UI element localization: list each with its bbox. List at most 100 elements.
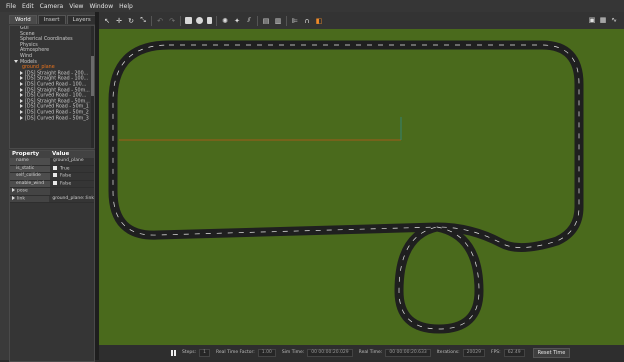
paste-icon[interactable]: ▥ bbox=[274, 17, 282, 25]
steps-field[interactable]: 1 bbox=[199, 348, 210, 357]
property-key: self_collide bbox=[10, 173, 50, 180]
align-icon[interactable]: ⊫ bbox=[291, 17, 299, 25]
property-value: False bbox=[50, 180, 94, 188]
expand-right-icon bbox=[20, 70, 23, 75]
property-row: self_collide False bbox=[10, 173, 94, 181]
checkbox-label: False bbox=[60, 173, 72, 179]
property-value: True bbox=[50, 165, 94, 173]
screenshot-icon[interactable]: ▣ bbox=[588, 16, 596, 24]
menu-view[interactable]: View bbox=[69, 3, 83, 10]
property-value-name[interactable]: ground_plane bbox=[50, 158, 94, 165]
is-static-checkbox[interactable] bbox=[53, 165, 57, 170]
real-time-value: 00 00:00:20.633 bbox=[385, 348, 431, 357]
property-row: enable_wind False bbox=[10, 180, 94, 188]
panel-tabs: World Insert Layers bbox=[9, 15, 98, 24]
fps-value: 62.49 bbox=[503, 348, 525, 357]
property-row: is_static True bbox=[10, 165, 94, 173]
tree-model-label: [DS] Curved Road - 100... bbox=[25, 93, 87, 99]
expand-right-icon bbox=[12, 188, 15, 192]
checkbox-label: False bbox=[60, 181, 72, 186]
scale-mode-icon[interactable]: ⤡ bbox=[139, 16, 147, 25]
real-time-factor-value: 1.00 bbox=[257, 348, 276, 357]
menu-bar: File Edit Camera View Window Help bbox=[0, 0, 624, 12]
property-key: enable_wind bbox=[10, 180, 50, 187]
expand-right-icon bbox=[20, 93, 23, 98]
checkbox-label: True bbox=[60, 166, 70, 171]
expand-right-icon bbox=[12, 195, 15, 200]
scrollbar-thumb[interactable] bbox=[91, 56, 94, 96]
real-time-factor-label: Real Time Factor: bbox=[215, 350, 255, 355]
menu-camera[interactable]: Camera bbox=[40, 3, 64, 10]
box-shape-icon[interactable] bbox=[185, 17, 192, 24]
menu-window[interactable]: Window bbox=[89, 3, 113, 10]
iterations-label: Iterations: bbox=[436, 350, 460, 355]
world-tree: GUI Scene Spherical Coordinates Physics … bbox=[9, 25, 95, 149]
property-header-value: Value bbox=[52, 151, 70, 157]
expand-right-icon bbox=[20, 104, 23, 109]
tree-model-label: [DS] Curved Road - 50m_2 bbox=[25, 110, 89, 116]
tree-models-label: Models bbox=[20, 59, 37, 65]
scene-render bbox=[99, 29, 624, 345]
property-key-label: link bbox=[17, 196, 25, 201]
tree-scrollbar[interactable] bbox=[91, 26, 94, 148]
cylinder-shape-icon[interactable] bbox=[207, 17, 212, 24]
menu-file[interactable]: File bbox=[6, 3, 16, 10]
reset-time-button[interactable]: Reset Time bbox=[532, 347, 571, 358]
change-view-icon[interactable]: ◧ bbox=[315, 17, 323, 25]
plot-icon[interactable]: ∿ bbox=[610, 16, 618, 24]
ground-plane bbox=[99, 29, 624, 345]
toolbar-right: ▣ ▦ ∿ bbox=[585, 16, 618, 24]
pause-icon[interactable] bbox=[171, 349, 176, 356]
log-icon[interactable]: ▦ bbox=[599, 16, 607, 24]
expand-right-icon bbox=[20, 87, 23, 92]
sphere-shape-icon[interactable] bbox=[196, 17, 203, 24]
toolbar-separator bbox=[257, 15, 258, 26]
tree-model-label: ground_plane bbox=[22, 65, 55, 71]
menu-help[interactable]: Help bbox=[119, 3, 133, 10]
property-value: ground_plane::link bbox=[52, 195, 94, 201]
expand-right-icon bbox=[20, 76, 23, 81]
menu-edit[interactable]: Edit bbox=[22, 3, 34, 10]
tab-insert[interactable]: Insert bbox=[37, 15, 66, 24]
sim-time-value: 00 00:00:20.029 bbox=[307, 348, 353, 357]
copy-icon[interactable]: ▤ bbox=[262, 17, 270, 25]
steps-label: Steps: bbox=[182, 350, 197, 355]
expand-right-icon bbox=[20, 115, 23, 120]
expand-down-icon bbox=[14, 59, 18, 63]
property-key: link bbox=[10, 195, 50, 202]
property-key: is_static bbox=[10, 165, 50, 172]
snap-icon[interactable]: ∩ bbox=[303, 17, 311, 25]
select-mode-icon[interactable]: ↖ bbox=[103, 17, 111, 25]
directional-light-icon[interactable]: ⫽ bbox=[245, 16, 253, 25]
self-collide-checkbox[interactable] bbox=[53, 173, 57, 177]
property-row-pose[interactable]: pose bbox=[10, 188, 94, 196]
toolbar-separator bbox=[216, 15, 217, 26]
property-header: Property Value bbox=[10, 151, 94, 158]
translate-mode-icon[interactable]: ✛ bbox=[115, 17, 123, 25]
property-panel: Property Value name ground_plane is_stat… bbox=[9, 150, 95, 362]
toolbar-separator bbox=[180, 15, 181, 26]
tree-model-item[interactable]: [DS] Curved Road - 50m_3 bbox=[10, 115, 94, 122]
point-light-icon[interactable]: ✺ bbox=[221, 17, 229, 25]
status-bar: Steps: 1 Real Time Factor: 1.00 Sim Time… bbox=[99, 345, 624, 360]
property-key: name bbox=[10, 158, 50, 165]
redo-icon[interactable]: ↷ bbox=[168, 17, 176, 25]
property-header-key: Property bbox=[12, 151, 40, 157]
spot-light-icon[interactable]: ✦ bbox=[233, 17, 241, 25]
tree-model-label: [DS] Curved Road - 100... bbox=[25, 82, 87, 88]
expand-right-icon bbox=[20, 81, 23, 86]
toolbar-separator bbox=[286, 15, 287, 26]
undo-icon[interactable]: ↶ bbox=[156, 17, 164, 25]
toolbar: ↖ ✛ ↻ ⤡ ↶ ↷ ✺ ✦ ⫽ ▤ ▥ ⊫ ∩ ◧ ▣ ▦ ∿ bbox=[99, 12, 624, 29]
property-row: name ground_plane bbox=[10, 158, 94, 166]
enable-wind-checkbox[interactable] bbox=[53, 180, 57, 185]
property-row-link[interactable]: link ground_plane::link bbox=[10, 195, 94, 203]
scene-viewport[interactable] bbox=[99, 29, 624, 345]
sim-time-label: Sim Time: bbox=[281, 350, 305, 355]
fps-label: FPS: bbox=[491, 350, 501, 355]
expand-right-icon bbox=[20, 98, 23, 103]
rotate-mode-icon[interactable]: ↻ bbox=[127, 17, 135, 25]
tab-world[interactable]: World bbox=[9, 15, 37, 24]
property-key: pose bbox=[10, 188, 50, 195]
tab-layers[interactable]: Layers bbox=[66, 15, 97, 24]
